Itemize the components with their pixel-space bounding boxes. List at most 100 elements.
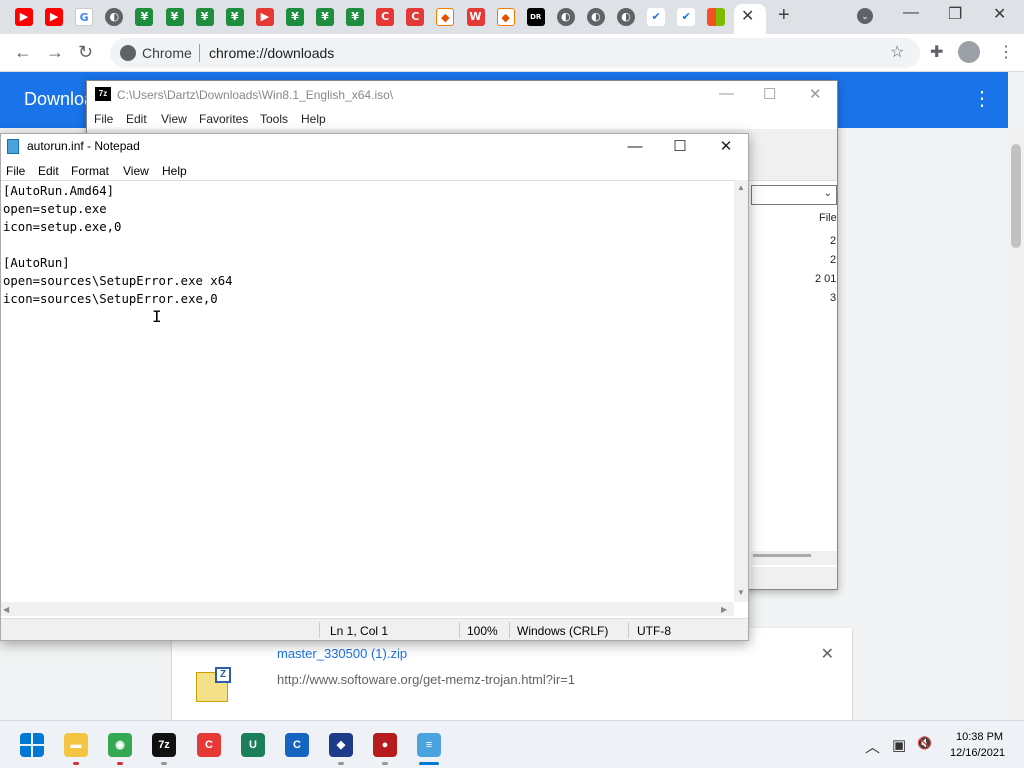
download-arrow-icon[interactable]: ¥ xyxy=(135,8,154,26)
globe-icon[interactable]: ◐ xyxy=(617,8,635,26)
7zip-minimize-button[interactable]: — xyxy=(719,85,734,102)
chrome-site-icon xyxy=(120,45,136,61)
back-button[interactable]: ← xyxy=(14,42,32,63)
scroll-down-icon[interactable]: ▼ xyxy=(737,588,745,597)
download-arrow-icon[interactable]: ¥ xyxy=(225,8,244,26)
youtube-icon[interactable]: ▶ xyxy=(15,8,33,26)
notepad-status-bar: Ln 1, Col 1 100% Windows (CRLF) UTF-8 xyxy=(1,618,748,640)
minimize-window-button[interactable]: — xyxy=(903,4,919,22)
google-icon[interactable]: G xyxy=(75,8,94,26)
chrome-menu-icon[interactable]: ⋮ xyxy=(998,42,1014,62)
close-tab-icon[interactable]: ✕ xyxy=(741,6,754,26)
ccleaner-blue-icon[interactable]: C xyxy=(285,733,309,757)
scroll-right-icon[interactable]: ▶ xyxy=(721,605,727,614)
recorder-icon[interactable]: ● xyxy=(373,733,397,757)
line-ending: Windows (CRLF) xyxy=(517,624,609,638)
notepad-titlebar[interactable]: autorun.inf - Notepad — ☐ ✕ xyxy=(1,134,748,160)
new-tab-button[interactable]: + xyxy=(778,4,790,27)
shield-app-icon[interactable]: ◆ xyxy=(329,733,353,757)
notepad-menu-view[interactable]: View xyxy=(123,164,149,178)
scroll-left-icon[interactable]: ◀ xyxy=(3,605,9,614)
start-button[interactable] xyxy=(20,733,44,757)
tray-chevron-icon[interactable]: ︿ xyxy=(865,736,880,757)
7zip-icon[interactable]: 7z xyxy=(152,733,176,757)
notepad-app-icon xyxy=(7,139,19,154)
7zip-maximize-button[interactable]: ☐ xyxy=(763,85,776,103)
forward-button[interactable]: → xyxy=(46,42,64,63)
7zip-horizontal-scrollbar[interactable] xyxy=(751,551,837,565)
address-bar[interactable]: Chrome chrome://downloads xyxy=(110,38,920,68)
notepad-close-button[interactable]: ✕ xyxy=(703,136,749,158)
diamond-icon[interactable]: ◆ xyxy=(436,8,455,26)
notepad-minimize-button[interactable]: — xyxy=(612,136,658,158)
notepad-menu-help[interactable]: Help xyxy=(162,164,187,178)
browser-toolbar: ← → ↻ Chrome chrome://downloads ☆ ✚ ⋮ xyxy=(0,34,1024,72)
7zip-menu-tools[interactable]: Tools xyxy=(260,112,288,126)
notepad-menu-edit[interactable]: Edit xyxy=(38,164,59,178)
diamond-icon[interactable]: ◆ xyxy=(496,8,515,26)
7zip-menu-help[interactable]: Help xyxy=(301,112,326,126)
running-indicator xyxy=(382,762,388,765)
chevron-down-icon[interactable]: ⌄ xyxy=(824,188,832,199)
notepad-window-title: autorun.inf - Notepad xyxy=(27,139,140,153)
file-explorer-icon[interactable]: ▬ xyxy=(64,733,88,757)
text-line: [AutoRun] xyxy=(3,256,70,270)
7zip-menu-edit[interactable]: Edit xyxy=(126,112,147,126)
checkmark-icon[interactable]: ✔ xyxy=(677,8,696,26)
extensions-icon[interactable]: ✚ xyxy=(930,42,943,62)
7zip-menu-favorites[interactable]: Favorites xyxy=(199,112,248,126)
play-logo-icon[interactable]: ▶ xyxy=(255,8,274,26)
globe-icon[interactable]: ◐ xyxy=(586,8,605,26)
more-actions-icon[interactable]: ⋮ xyxy=(972,86,992,111)
download-source-url[interactable]: http://www.softoware.org/get-memz-trojan… xyxy=(277,672,575,687)
ccleaner-icon[interactable]: C xyxy=(406,8,425,26)
download-arrow-icon[interactable]: ¥ xyxy=(316,8,334,26)
youtube-icon[interactable]: ▶ xyxy=(45,8,64,26)
zoom-level: 100% xyxy=(467,624,498,638)
notepad-menu-file[interactable]: File xyxy=(6,164,25,178)
7zip-close-button[interactable]: ✕ xyxy=(809,85,822,103)
clock-date[interactable]: 12/16/2021 xyxy=(950,747,1005,759)
7zip-scroll-thumb[interactable] xyxy=(753,554,811,557)
notepad-horizontal-scrollbar[interactable]: ◀ ▶ xyxy=(1,602,734,616)
close-window-button[interactable]: ✕ xyxy=(993,4,1006,24)
notepad-menu-format[interactable]: Format xyxy=(71,164,109,178)
text-encoding: UTF-8 xyxy=(637,624,671,638)
download-arrow-icon[interactable]: ¥ xyxy=(165,8,184,26)
profile-avatar[interactable] xyxy=(958,41,980,63)
reload-button[interactable]: ↻ xyxy=(78,42,93,63)
7zip-menu-view[interactable]: View xyxy=(161,112,187,126)
notepad-vertical-scrollbar[interactable]: ▲ ▼ xyxy=(734,180,748,602)
7zip-path-combo[interactable]: ⌄ xyxy=(751,185,837,205)
tab-search-icon[interactable]: ⌄ xyxy=(857,8,873,24)
clock-time[interactable]: 10:38 PM xyxy=(956,731,1003,743)
network-icon[interactable]: ▣ xyxy=(892,736,906,754)
notepad-maximize-button[interactable]: ☐ xyxy=(657,136,703,158)
volume-muted-icon[interactable]: 🔇 xyxy=(917,736,932,750)
7zip-menu-file[interactable]: File xyxy=(94,112,113,126)
bookmark-star-icon[interactable]: ☆ xyxy=(890,42,904,62)
notepad-icon[interactable]: ≡ xyxy=(417,733,441,757)
scroll-up-icon[interactable]: ▲ xyxy=(737,183,745,192)
download-file-link[interactable]: master_330500 (1).zip xyxy=(277,646,407,661)
chrome-icon[interactable]: ◉ xyxy=(108,733,132,757)
checkmark-icon[interactable]: ✔ xyxy=(647,8,666,26)
u-app-icon[interactable]: U xyxy=(241,733,265,757)
globe-icon[interactable]: ◐ xyxy=(556,8,575,26)
globe-icon[interactable]: ◐ xyxy=(105,8,124,26)
download-arrow-icon[interactable]: ¥ xyxy=(285,8,304,26)
url-text[interactable]: chrome://downloads xyxy=(209,45,334,61)
microsoft-icon[interactable] xyxy=(707,8,726,26)
dr-logo-icon[interactable]: DR xyxy=(526,8,545,26)
7zip-column-header[interactable]: File xyxy=(819,212,837,224)
download-arrow-icon[interactable]: ¥ xyxy=(346,8,365,26)
download-arrow-icon[interactable]: ¥ xyxy=(195,8,214,26)
ccleaner-icon[interactable]: C xyxy=(376,8,395,26)
ccleaner-icon[interactable]: C xyxy=(197,733,221,757)
w-logo-icon[interactable]: W xyxy=(466,8,485,26)
restore-window-button[interactable]: ❐ xyxy=(948,4,962,24)
text-editor-area[interactable]: [AutoRun.Amd64] open=setup.exe icon=setu… xyxy=(1,180,734,602)
page-scrollbar-thumb[interactable] xyxy=(1011,144,1021,248)
page-scrollbar[interactable] xyxy=(1008,128,1024,720)
remove-download-icon[interactable]: ✕ xyxy=(821,644,834,664)
